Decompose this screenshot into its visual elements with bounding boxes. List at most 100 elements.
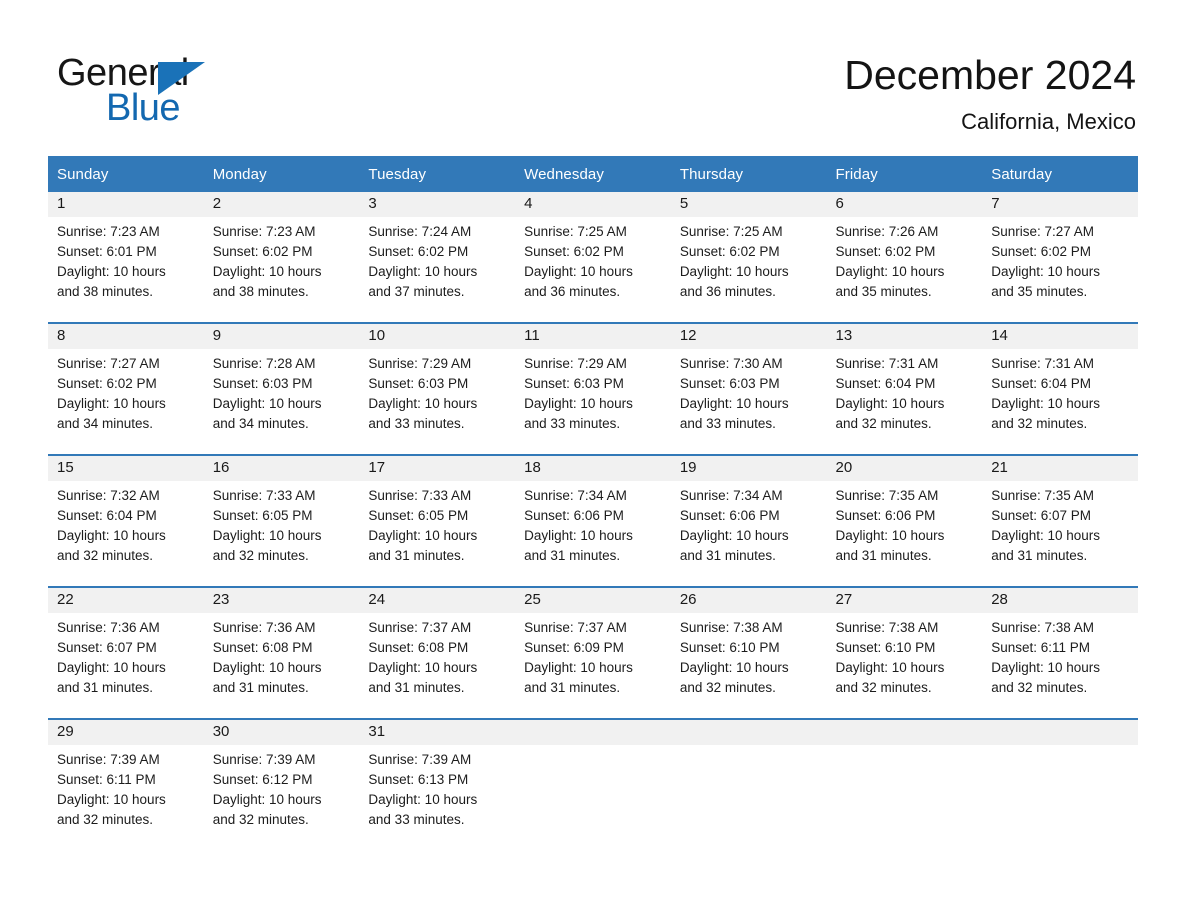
day-number-empty	[515, 718, 671, 745]
sunset-text: Sunset: 6:02 PM	[835, 244, 936, 259]
day-cell[interactable]: Sunrise: 7:23 AM Sunset: 6:01 PM Dayligh…	[48, 217, 204, 323]
daylight-text-line1: Daylight: 10 hours	[368, 528, 478, 543]
day-number[interactable]: 18	[515, 454, 671, 481]
daylight-text-line2: and 31 minutes.	[57, 680, 154, 695]
day-cell[interactable]: Sunrise: 7:27 AM Sunset: 6:02 PM Dayligh…	[982, 217, 1138, 323]
sunrise-text: Sunrise: 7:36 AM	[212, 620, 316, 635]
day-number[interactable]: 11	[515, 322, 671, 349]
day-cell[interactable]: Sunrise: 7:37 AM Sunset: 6:08 PM Dayligh…	[359, 613, 516, 719]
day-cell[interactable]: Sunrise: 7:31 AM Sunset: 6:04 PM Dayligh…	[982, 349, 1138, 455]
week-daynum-row: 15 16 17 18 19 20 21	[48, 454, 1138, 481]
day-number[interactable]: 3	[359, 192, 516, 217]
day-cell[interactable]: Sunrise: 7:36 AM Sunset: 6:08 PM Dayligh…	[203, 613, 360, 719]
day-cell-empty	[670, 745, 827, 850]
day-number[interactable]: 31	[359, 718, 516, 745]
day-cell[interactable]: Sunrise: 7:28 AM Sunset: 6:03 PM Dayligh…	[203, 349, 360, 455]
daylight-text-line2: and 31 minutes.	[679, 548, 776, 563]
day-cell[interactable]: Sunrise: 7:33 AM Sunset: 6:05 PM Dayligh…	[203, 481, 360, 587]
location-subtitle: California, Mexico	[961, 109, 1136, 134]
day-number[interactable]: 24	[359, 586, 516, 613]
sunset-text: Sunset: 6:03 PM	[212, 376, 313, 391]
day-number[interactable]: 8	[48, 322, 204, 349]
generalblue-logo[interactable]: General Blue	[57, 52, 337, 132]
day-number[interactable]: 6	[826, 192, 983, 217]
daylight-text-line1: Daylight: 10 hours	[368, 792, 478, 807]
day-cell[interactable]: Sunrise: 7:26 AM Sunset: 6:02 PM Dayligh…	[826, 217, 983, 323]
daylight-text-line2: and 31 minutes.	[524, 548, 621, 563]
sunset-text: Sunset: 6:12 PM	[212, 772, 313, 787]
day-cell[interactable]: Sunrise: 7:24 AM Sunset: 6:02 PM Dayligh…	[359, 217, 516, 323]
day-number[interactable]: 10	[359, 322, 516, 349]
day-cell[interactable]: Sunrise: 7:30 AM Sunset: 6:03 PM Dayligh…	[670, 349, 827, 455]
day-cell[interactable]: Sunrise: 7:27 AM Sunset: 6:02 PM Dayligh…	[48, 349, 204, 455]
day-cell[interactable]: Sunrise: 7:38 AM Sunset: 6:10 PM Dayligh…	[670, 613, 827, 719]
day-number[interactable]: 20	[826, 454, 983, 481]
day-number[interactable]: 26	[670, 586, 827, 613]
sunrise-text: Sunrise: 7:39 AM	[212, 752, 316, 767]
day-number[interactable]: 12	[670, 322, 827, 349]
day-number[interactable]: 2	[203, 192, 360, 217]
sunset-text: Sunset: 6:08 PM	[368, 640, 469, 655]
day-number[interactable]: 13	[826, 322, 983, 349]
day-number[interactable]: 4	[515, 192, 671, 217]
day-cell[interactable]: Sunrise: 7:38 AM Sunset: 6:10 PM Dayligh…	[826, 613, 983, 719]
calendar-table: Sunday Monday Tuesday Wednesday Thursday…	[48, 156, 1138, 850]
day-cell[interactable]: Sunrise: 7:32 AM Sunset: 6:04 PM Dayligh…	[48, 481, 204, 587]
day-cell[interactable]: Sunrise: 7:38 AM Sunset: 6:11 PM Dayligh…	[982, 613, 1138, 719]
day-number[interactable]: 5	[670, 192, 827, 217]
day-number[interactable]: 9	[203, 322, 360, 349]
day-cell[interactable]: Sunrise: 7:35 AM Sunset: 6:06 PM Dayligh…	[826, 481, 983, 587]
sunset-text: Sunset: 6:13 PM	[368, 772, 469, 787]
day-number[interactable]: 21	[982, 454, 1138, 481]
day-number[interactable]: 29	[48, 718, 204, 745]
day-cell-empty	[515, 745, 671, 850]
day-number[interactable]: 1	[48, 192, 204, 217]
day-number[interactable]: 17	[359, 454, 516, 481]
day-number[interactable]: 27	[826, 586, 983, 613]
day-cell[interactable]: Sunrise: 7:34 AM Sunset: 6:06 PM Dayligh…	[670, 481, 827, 587]
week-daynum-row: 8 9 10 11 12 13 14	[48, 322, 1138, 349]
sunrise-text: Sunrise: 7:26 AM	[835, 224, 939, 239]
day-cell[interactable]: Sunrise: 7:35 AM Sunset: 6:07 PM Dayligh…	[982, 481, 1138, 587]
daylight-text-line1: Daylight: 10 hours	[524, 660, 633, 675]
week-detail-row: Sunrise: 7:39 AM Sunset: 6:11 PM Dayligh…	[48, 745, 1138, 850]
day-number[interactable]: 30	[203, 718, 360, 745]
daylight-text-line1: Daylight: 10 hours	[524, 396, 633, 411]
day-number[interactable]: 7	[982, 192, 1138, 217]
day-number[interactable]: 14	[982, 322, 1138, 349]
day-cell[interactable]: Sunrise: 7:33 AM Sunset: 6:05 PM Dayligh…	[359, 481, 516, 587]
day-number[interactable]: 23	[203, 586, 360, 613]
calendar-body: 1 2 3 4 5 6 7 Sunrise: 7:23 AM Sunset: 6…	[48, 192, 1138, 850]
day-cell[interactable]: Sunrise: 7:29 AM Sunset: 6:03 PM Dayligh…	[359, 349, 516, 455]
day-cell[interactable]: Sunrise: 7:39 AM Sunset: 6:13 PM Dayligh…	[359, 745, 516, 850]
sunrise-text: Sunrise: 7:35 AM	[991, 488, 1095, 503]
day-cell[interactable]: Sunrise: 7:25 AM Sunset: 6:02 PM Dayligh…	[515, 217, 671, 323]
day-cell[interactable]: Sunrise: 7:39 AM Sunset: 6:12 PM Dayligh…	[203, 745, 360, 850]
daylight-text-line1: Daylight: 10 hours	[991, 528, 1101, 543]
day-cell-empty	[826, 745, 983, 850]
day-cell[interactable]: Sunrise: 7:31 AM Sunset: 6:04 PM Dayligh…	[826, 349, 983, 455]
week-daynum-row: 29 30 31	[48, 718, 1138, 745]
daylight-text-line1: Daylight: 10 hours	[212, 660, 322, 675]
sunset-text: Sunset: 6:08 PM	[212, 640, 313, 655]
sunrise-text: Sunrise: 7:33 AM	[212, 488, 316, 503]
day-number-empty	[982, 718, 1138, 745]
daylight-text-line2: and 31 minutes.	[835, 548, 932, 563]
sunset-text: Sunset: 6:07 PM	[991, 508, 1092, 523]
day-number[interactable]: 16	[203, 454, 360, 481]
day-number[interactable]: 15	[48, 454, 204, 481]
day-cell[interactable]: Sunrise: 7:37 AM Sunset: 6:09 PM Dayligh…	[515, 613, 671, 719]
day-cell[interactable]: Sunrise: 7:39 AM Sunset: 6:11 PM Dayligh…	[48, 745, 204, 850]
day-cell[interactable]: Sunrise: 7:36 AM Sunset: 6:07 PM Dayligh…	[48, 613, 204, 719]
sunrise-text: Sunrise: 7:28 AM	[212, 356, 316, 371]
sunrise-text: Sunrise: 7:37 AM	[524, 620, 627, 635]
daylight-text-line1: Daylight: 10 hours	[524, 528, 633, 543]
day-number[interactable]: 25	[515, 586, 671, 613]
day-cell[interactable]: Sunrise: 7:25 AM Sunset: 6:02 PM Dayligh…	[670, 217, 827, 323]
day-number[interactable]: 22	[48, 586, 204, 613]
day-number[interactable]: 28	[982, 586, 1138, 613]
day-cell[interactable]: Sunrise: 7:29 AM Sunset: 6:03 PM Dayligh…	[515, 349, 671, 455]
day-cell[interactable]: Sunrise: 7:23 AM Sunset: 6:02 PM Dayligh…	[203, 217, 360, 323]
day-cell[interactable]: Sunrise: 7:34 AM Sunset: 6:06 PM Dayligh…	[515, 481, 671, 587]
day-number[interactable]: 19	[670, 454, 827, 481]
